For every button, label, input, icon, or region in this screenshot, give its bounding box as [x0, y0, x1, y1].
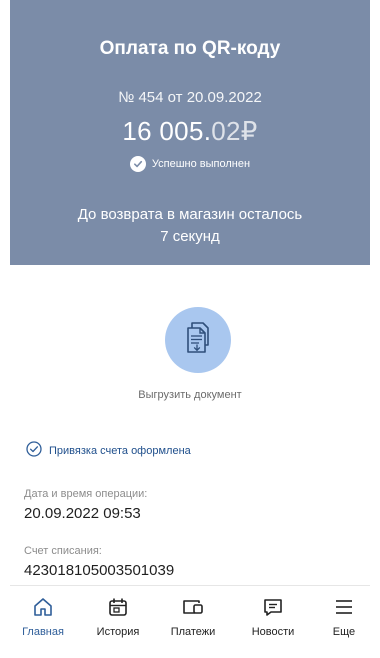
amount-main: 16 005.	[122, 116, 212, 146]
bottom-tab-bar: Главная История Платежи Новости Еще	[10, 585, 370, 658]
card-icon	[181, 594, 205, 620]
account-link-text: Привязка счета оформлена	[49, 444, 191, 457]
home-icon	[32, 594, 54, 620]
tab-more-label: Еще	[332, 626, 356, 638]
tab-home[interactable]: Главная	[10, 586, 76, 658]
payment-header: Оплата по QR-коду № 454 от 20.09.2022 16…	[10, 0, 370, 265]
export-document-button[interactable]	[165, 307, 231, 373]
chat-icon	[262, 594, 284, 620]
account-link-status: Привязка счета оформлена	[26, 441, 191, 460]
datetime-value: 20.09.2022 09:53	[24, 505, 141, 522]
currency-sign: ₽	[240, 116, 258, 146]
tab-history-label: История	[96, 626, 140, 638]
calendar-icon	[107, 594, 129, 620]
tab-more[interactable]: Еще	[318, 586, 370, 658]
account-label: Счет списания:	[24, 545, 102, 557]
status-badge: Успешно выполнен	[10, 156, 370, 172]
check-icon	[129, 156, 146, 172]
payment-details: Выгрузить документ Привязка счета оформл…	[10, 265, 370, 585]
tab-payments-label: Платежи	[170, 626, 216, 638]
payment-number: № 454 от 20.09.2022	[118, 89, 262, 106]
return-countdown: До возврата в магазин осталось 7 секунд	[30, 204, 350, 248]
tab-home-label: Главная	[22, 626, 64, 638]
amount-kopecks: 02	[211, 116, 241, 146]
menu-icon	[333, 594, 355, 620]
page-title: Оплата по QR-коду	[99, 38, 281, 59]
account-value: 423018105003501039	[24, 562, 175, 579]
status-text: Успешно выполнен	[151, 158, 251, 170]
payment-amount: 16 005.02₽	[10, 116, 370, 147]
tab-payments[interactable]: Платежи	[158, 586, 228, 658]
datetime-label: Дата и время операции:	[24, 488, 148, 500]
tab-history[interactable]: История	[86, 586, 150, 658]
return-text: До возврата в магазин осталось	[77, 206, 303, 223]
tab-news-label: Новости	[251, 626, 295, 638]
check-circle-icon	[26, 441, 42, 460]
tab-news[interactable]: Новости	[238, 586, 308, 658]
document-icon	[183, 321, 213, 360]
return-seconds: 7 секунд	[160, 228, 220, 245]
export-document-label: Выгрузить документ	[138, 389, 242, 401]
